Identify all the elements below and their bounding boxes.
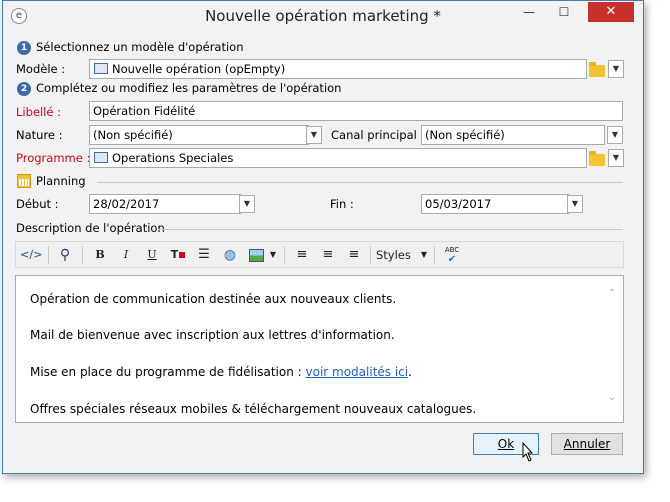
description-paragraph-3-end: .	[408, 365, 412, 379]
modele-dropdown-button[interactable]: ▼	[608, 60, 624, 78]
scroll-up-icon[interactable]: ⌃	[606, 288, 618, 299]
programme-field[interactable]: Operations Speciales	[89, 148, 587, 168]
description-paragraph-3: Mise en place du programme de fidélisati…	[30, 365, 412, 379]
chevron-down-icon[interactable]: ▼	[268, 245, 278, 265]
programme-label: Programme :	[16, 151, 91, 165]
canal-select[interactable]: (Non spécifié)	[421, 125, 605, 145]
modele-label: Modèle :	[16, 62, 66, 76]
description-separator	[158, 229, 623, 230]
nature-dropdown-button[interactable]: ▼	[306, 126, 322, 144]
description-paragraph-3-text: Mise en place du programme de fidélisati…	[30, 365, 306, 379]
modalites-link[interactable]: voir modalités ici	[306, 365, 409, 379]
toolbar-separator	[370, 246, 371, 264]
italic-button[interactable]: I	[116, 245, 136, 265]
underline-button[interactable]: U	[142, 245, 162, 265]
step-2-label: Complétez ou modifiez les paramètres de …	[36, 81, 342, 95]
toolbar-separator	[434, 246, 435, 264]
calendar-icon	[17, 174, 31, 188]
find-icon[interactable]: ⚲	[54, 245, 76, 265]
folder-icon[interactable]	[589, 151, 605, 166]
programme-dropdown-button[interactable]: ▼	[608, 149, 624, 167]
step-1-label: Sélectionnez un modèle d'opération	[36, 40, 244, 54]
source-code-icon[interactable]: </>	[20, 245, 42, 265]
align-right-icon[interactable]: ≡	[344, 245, 364, 265]
description-paragraph-2: Mail de bienvenue avec inscription aux l…	[30, 328, 395, 342]
description-paragraph-1: Opération de communication destinée aux …	[30, 292, 397, 306]
description-editor[interactable]: Opération de communication destinée aux …	[15, 275, 624, 423]
nature-select[interactable]: (Non spécifié)	[89, 125, 309, 145]
text-color-icon[interactable]: T	[168, 245, 188, 265]
folder-icon[interactable]	[589, 62, 605, 77]
canal-dropdown-button[interactable]: ▼	[607, 126, 623, 144]
chevron-down-icon[interactable]: ▼	[418, 245, 430, 265]
bold-button[interactable]: B	[90, 245, 110, 265]
program-icon	[94, 152, 108, 163]
mouse-cursor-icon	[522, 442, 534, 462]
step-2-badge: 2	[17, 82, 31, 96]
ok-label: Ok	[497, 437, 515, 451]
step-1-badge: 1	[17, 41, 31, 55]
libelle-input[interactable]: Opération Fidélité	[89, 101, 623, 121]
debut-label: Début :	[16, 197, 59, 211]
description-paragraph-4: Offres spéciales réseaux mobiles & téléc…	[30, 402, 477, 416]
planning-label: Planning	[36, 174, 86, 188]
cancel-label: Annuler	[563, 437, 611, 451]
toolbar-separator	[48, 246, 49, 264]
insert-link-icon[interactable]: ◍	[220, 245, 240, 265]
libelle-label: Libellé :	[16, 105, 61, 119]
nature-label: Nature :	[16, 128, 63, 142]
fin-label: Fin :	[330, 197, 354, 211]
programme-value: Operations Speciales	[112, 151, 234, 165]
planning-separator	[97, 182, 623, 183]
maximize-button[interactable]: ☐	[548, 2, 580, 22]
minimize-button[interactable]: —	[513, 2, 545, 22]
debut-date-dropdown[interactable]: ▼	[239, 195, 255, 213]
description-label: Description de l'opération	[16, 221, 165, 235]
toolbar-separator	[82, 246, 83, 264]
align-left-icon[interactable]: ≡	[292, 245, 312, 265]
toolbar-separator	[284, 246, 285, 264]
fin-date-dropdown[interactable]: ▼	[567, 195, 583, 213]
align-center-icon[interactable]: ≡	[318, 245, 338, 265]
close-button[interactable]: ✕	[588, 2, 634, 22]
title-bar[interactable]: e Nouvelle opération marketing * — ☐ ✕	[3, 1, 643, 32]
dialog-window: e Nouvelle opération marketing * — ☐ ✕ 1…	[2, 0, 644, 474]
insert-image-icon[interactable]	[246, 245, 266, 265]
modele-field[interactable]: Nouvelle opération (opEmpty)	[89, 59, 587, 79]
scroll-down-icon[interactable]: ⌄	[606, 392, 618, 403]
spellcheck-icon[interactable]: ABC ✔	[440, 245, 464, 265]
bullet-list-icon[interactable]: ☰	[194, 245, 214, 265]
debut-date-field[interactable]: 28/02/2017	[89, 194, 241, 214]
cancel-button[interactable]: Annuler	[551, 433, 623, 455]
operation-icon	[94, 63, 108, 74]
editor-toolbar: </> ⚲ B I U T ☰ ◍ ▼ ≡ ≡ ≡ Styles ▼ ABC ✔	[15, 241, 624, 268]
spellcheck-label: ABC	[444, 246, 460, 254]
canal-label: Canal principal :	[331, 128, 425, 142]
window-title: Nouvelle opération marketing *	[205, 7, 441, 25]
fin-date-field[interactable]: 05/03/2017	[421, 194, 569, 214]
modele-value: Nouvelle opération (opEmpty)	[112, 62, 286, 76]
styles-dropdown[interactable]: Styles	[376, 245, 416, 265]
